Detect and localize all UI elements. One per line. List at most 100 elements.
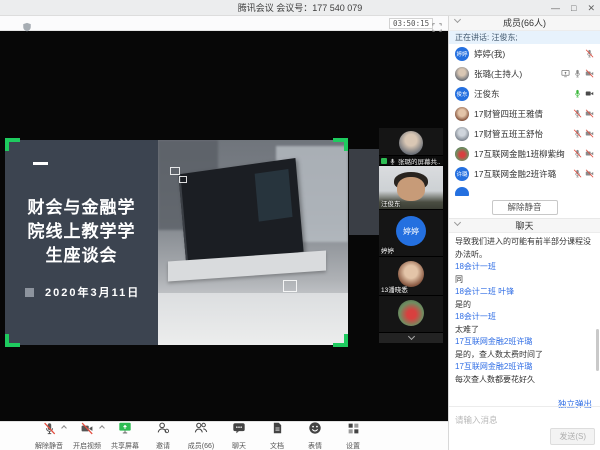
participant-tile[interactable]: 13潘晓悉 <box>379 257 443 296</box>
slide-title-line: 院线上教学学 <box>5 220 158 244</box>
filmstrip-collapse-button[interactable] <box>379 333 443 343</box>
toolbar-label: 聊天 <box>232 441 246 450</box>
annotation-square <box>179 176 187 183</box>
maximize-icon[interactable]: □ <box>571 3 576 13</box>
video-tile[interactable]: 汪俊东 <box>379 166 443 210</box>
chevron-up-icon[interactable] <box>99 425 105 431</box>
participant-tile[interactable] <box>379 296 443 333</box>
avatar <box>455 107 469 121</box>
chat-message: 太难了 <box>455 324 594 337</box>
mic-muted-icon <box>43 422 56 440</box>
emoji-button[interactable]: 表情 <box>296 421 334 450</box>
mic-muted-icon <box>585 45 594 63</box>
member-list: 婷婷婷婷(我) 张璐(主持人) 俊东汪俊东 17财管四班王雅倩 17财管五班王舒怡 17互… <box>449 44 600 196</box>
apps-button[interactable]: 设置 <box>334 422 372 450</box>
mic-muted-icon <box>573 125 582 143</box>
member-row[interactable]: 17互联网金融1班柳紫绚 <box>449 144 600 164</box>
meeting-timer: 03:50:15 <box>389 18 433 29</box>
members-header[interactable]: 成员(66人) <box>449 16 600 31</box>
tile-name-label: 汪俊东 <box>381 198 401 208</box>
camera-off-button[interactable]: 开启视频 <box>68 422 106 450</box>
avatar: 俊东 <box>455 87 469 101</box>
share-bracket-top-right <box>333 138 348 151</box>
chat-header[interactable]: 聊天 <box>449 218 600 233</box>
camera-off-icon <box>80 422 94 440</box>
share-bracket-bottom-left <box>5 334 20 347</box>
minimize-icon[interactable]: — <box>551 3 560 13</box>
sidebar: 成员(66人) 正在讲话: 汪俊东; 婷婷婷婷(我)张璐(主持人)俊东汪俊东17… <box>448 16 600 450</box>
member-row[interactable]: 张璐(主持人) <box>449 64 600 84</box>
chat-message: 是的，查人数太费时间了 <box>455 349 594 362</box>
cam-off-icon <box>585 165 594 183</box>
cam-off-icon <box>585 145 594 163</box>
chevron-up-icon[interactable] <box>61 425 67 431</box>
invite-button[interactable]: 邀请 <box>144 421 182 450</box>
toolbar-label: 开启视频 <box>73 441 101 450</box>
avatar <box>398 300 424 326</box>
participant-tile[interactable] <box>379 128 443 156</box>
window-controls: — □ ✕ <box>551 0 595 16</box>
members-icon <box>194 421 208 440</box>
share-icon <box>561 65 570 83</box>
share-bracket-bottom-right <box>333 334 348 347</box>
chat-message: 是的 <box>455 299 594 312</box>
member-row[interactable]: 俊东汪俊东 <box>449 84 600 104</box>
avatar <box>455 67 469 81</box>
laptop-screen <box>178 158 303 268</box>
avatar: 婷婷 <box>455 47 469 61</box>
member-row[interactable]: 婷婷婷婷(我) <box>449 44 600 64</box>
slide-title-line: 财会与金融学 <box>5 196 158 220</box>
mic-muted-icon <box>573 165 582 183</box>
members-header-label: 成员(66人) <box>503 18 546 28</box>
invite-icon <box>156 421 170 440</box>
member-name: 张璐(主持人) <box>474 68 561 80</box>
emoji-icon <box>308 421 322 440</box>
send-button[interactable]: 发送(S) <box>550 428 595 445</box>
shield-icon[interactable] <box>22 19 32 37</box>
toolbar-label: 成员(66) <box>188 441 214 450</box>
share-source-label: 张璐的屏幕共... <box>379 156 443 166</box>
toolbar-label: 邀请 <box>156 441 170 450</box>
window-title: 腾讯会议 会议号：177 540 079 <box>0 0 600 16</box>
annotation-square <box>283 280 297 292</box>
docs-button[interactable]: 文档 <box>258 421 296 450</box>
close-icon[interactable]: ✕ <box>587 3 595 13</box>
fullscreen-icon[interactable] <box>432 19 442 37</box>
mic-muted-button[interactable]: 解除静音 <box>30 422 68 450</box>
chat-sender: 18会计一班 <box>455 261 594 274</box>
chat-scrollbar[interactable] <box>596 329 599 371</box>
members-button[interactable]: 成员(66) <box>182 421 220 450</box>
member-name: 17财管四班王雅倩 <box>474 108 573 120</box>
member-name: 汪俊东 <box>474 88 573 100</box>
member-row[interactable]: 许璐17互联网金融2班许璐 <box>449 164 600 184</box>
chat-sender: 18会计二班 叶锋 <box>455 286 594 299</box>
mic-muted-icon <box>573 145 582 163</box>
participant-tile[interactable]: 婷婷婷婷 <box>379 210 443 257</box>
chat-button[interactable]: 聊天 <box>220 421 258 450</box>
slide-date: 2020年3月11日 <box>45 284 140 300</box>
member-row[interactable]: 17财管四班王雅倩 <box>449 104 600 124</box>
member-row[interactable] <box>449 184 600 196</box>
chat-messages: 导致我们进入的可能有前半部分课程没办法听。18会计一班同18会计二班 叶锋是的1… <box>449 233 600 394</box>
member-name: 17互联网金融1班柳紫绚 <box>474 148 573 160</box>
collapse-chat-icon[interactable] <box>454 219 461 226</box>
video-area: 财会与金融学 院线上教学学 生座谈会 2020年3月11日 张璐的屏幕共...汪… <box>0 31 448 421</box>
mic-muted-icon <box>573 105 582 123</box>
avatar <box>399 131 423 155</box>
avatar <box>455 187 469 196</box>
tile-name-label: 13潘晓悉 <box>381 284 408 294</box>
chat-sender: 17互联网金融2班许璐 <box>455 336 594 349</box>
slide-photo <box>158 140 348 345</box>
collapse-members-icon[interactable] <box>454 16 461 23</box>
avatar <box>455 147 469 161</box>
screen-share-button[interactable]: 共享屏幕 <box>106 421 144 450</box>
annotation-square <box>170 167 180 175</box>
toolbar-label: 共享屏幕 <box>111 441 139 450</box>
message-input[interactable]: 请输入消息 <box>449 406 600 424</box>
avatar: 许璐 <box>455 167 469 181</box>
toolbar-label: 表情 <box>308 441 322 450</box>
unmute-button[interactable]: 解除静音 <box>492 200 558 215</box>
member-row[interactable]: 17财管五班王舒怡 <box>449 124 600 144</box>
chat-message: 导致我们进入的可能有前半部分课程没办法听。 <box>455 236 594 261</box>
docs-icon <box>271 421 284 440</box>
